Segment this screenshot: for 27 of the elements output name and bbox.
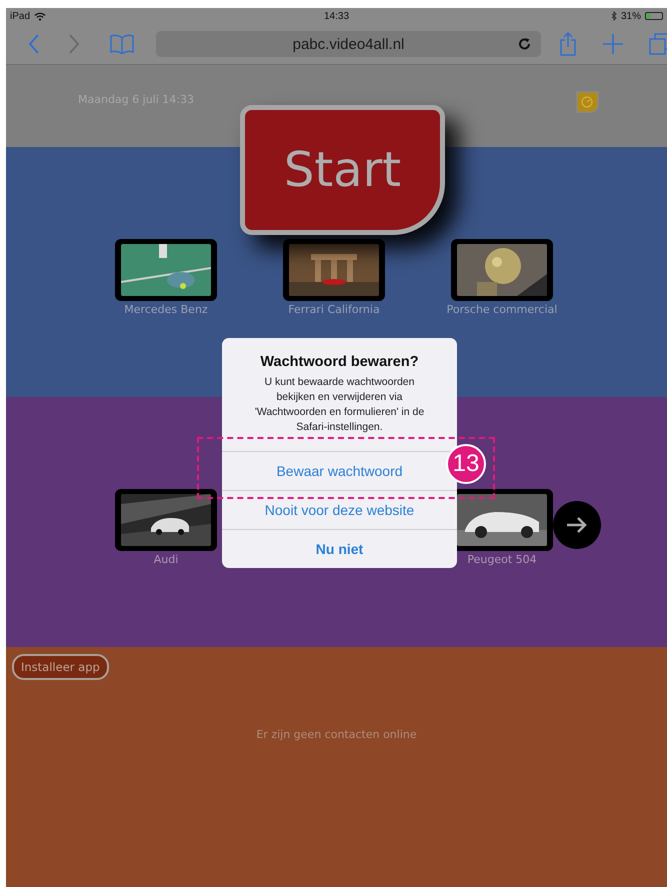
video-title[interactable]: Peugeot 504	[467, 553, 537, 566]
dialog-title: Wachtwoord bewaren?	[259, 354, 420, 371]
video-title[interactable]: Audi	[154, 553, 178, 566]
video-thumbnail[interactable]	[115, 489, 217, 551]
device-name: iPad	[10, 10, 30, 22]
video-title[interactable]: Ferrari California	[288, 303, 380, 316]
dialog-button[interactable]: Bewaar wachtwoord	[276, 463, 403, 479]
reload-icon[interactable]	[518, 37, 531, 51]
address-bar[interactable]: pabc.video4all.nl	[156, 31, 541, 57]
dialog-button[interactable]: Nooit voor deze website	[264, 502, 414, 518]
next-button[interactable]	[553, 501, 601, 549]
bluetooth-icon	[610, 11, 617, 21]
dialog-button[interactable]: Nu niet	[316, 541, 364, 557]
battery-icon	[645, 12, 663, 20]
video-thumbnail[interactable]	[283, 239, 385, 301]
wifi-icon	[34, 12, 46, 20]
dialog-message: U kunt bewaarde wachtwoorden bekijken en verwijderen via 'Wachtwoorden en formulieren' in de Safari-instellingen.	[254, 375, 426, 435]
install-app-button[interactable]: Installeer app	[12, 654, 109, 680]
video-title[interactable]: Mercedes Benz	[124, 303, 208, 316]
clock-time: 14:33	[324, 10, 350, 22]
video-thumbnail[interactable]	[115, 239, 217, 301]
video-title[interactable]: Porsche commercial	[446, 303, 558, 316]
arrow-right-icon	[566, 516, 588, 534]
start-button[interactable]: Start	[240, 105, 445, 235]
battery-percentage: 31%	[620, 10, 641, 22]
contacts-message: Er zijn geen contacten online	[255, 728, 418, 741]
video-thumbnail[interactable]	[451, 239, 553, 301]
